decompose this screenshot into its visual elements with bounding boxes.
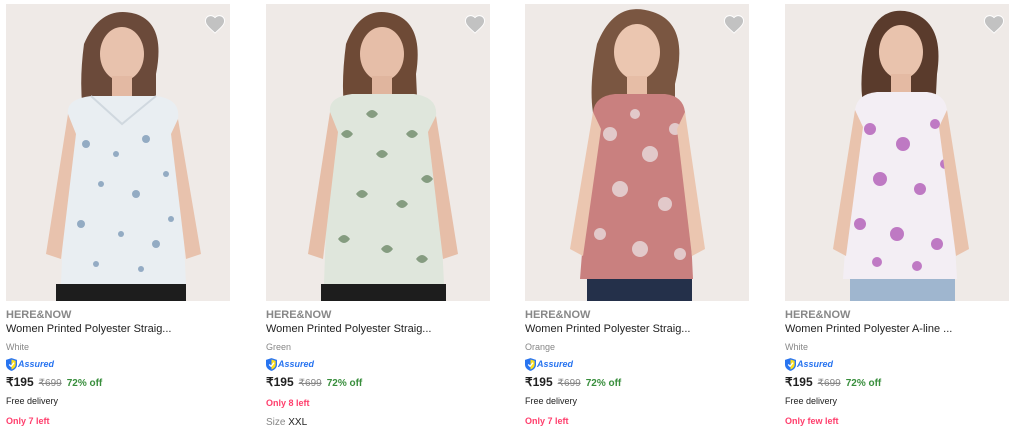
product-photo bbox=[785, 4, 1009, 301]
selling-price: ₹195 bbox=[266, 375, 294, 389]
product-card[interactable]: HERE&NOW Women Printed Polyester Straig.… bbox=[266, 4, 490, 433]
product-brand: HERE&NOW bbox=[525, 309, 591, 321]
assured-badge: Assured bbox=[6, 357, 54, 371]
stock-warning: Only 7 left bbox=[525, 416, 569, 426]
assured-label: Assured bbox=[18, 359, 55, 369]
product-title[interactable]: Women Printed Polyester Straig... bbox=[266, 323, 490, 335]
shield-icon bbox=[525, 357, 536, 371]
assured-badge: Assured bbox=[785, 357, 833, 371]
price-row: ₹195 ₹699 72% off bbox=[785, 375, 881, 389]
product-color: Orange bbox=[525, 342, 556, 352]
size-label: Size bbox=[266, 417, 286, 428]
product-image[interactable] bbox=[266, 4, 490, 301]
product-photo bbox=[266, 4, 490, 301]
selling-price: ₹195 bbox=[525, 375, 553, 389]
assured-label: Assured bbox=[278, 359, 315, 369]
product-title[interactable]: Women Printed Polyester Straig... bbox=[6, 323, 230, 335]
stock-warning: Only 7 left bbox=[6, 416, 50, 426]
original-price: ₹699 bbox=[817, 378, 841, 389]
product-image[interactable] bbox=[525, 4, 749, 301]
discount-label: 72% off bbox=[66, 378, 103, 389]
product-photo bbox=[525, 4, 749, 301]
wishlist-heart-icon[interactable] bbox=[204, 14, 226, 34]
selling-price: ₹195 bbox=[6, 375, 34, 389]
product-brand: HERE&NOW bbox=[266, 309, 332, 321]
discount-label: 72% off bbox=[326, 378, 363, 389]
assured-label: Assured bbox=[797, 359, 834, 369]
shield-icon bbox=[6, 357, 17, 371]
product-title[interactable]: Women Printed Polyester Straig... bbox=[525, 323, 749, 335]
product-color: White bbox=[6, 342, 30, 352]
assured-badge: Assured bbox=[525, 357, 573, 371]
original-price: ₹699 bbox=[557, 378, 581, 389]
discount-label: 72% off bbox=[845, 378, 882, 389]
wishlist-heart-icon[interactable] bbox=[983, 14, 1005, 34]
wishlist-heart-icon[interactable] bbox=[723, 14, 745, 34]
selling-price: ₹195 bbox=[785, 375, 813, 389]
product-image[interactable] bbox=[785, 4, 1009, 301]
size-info: Size XXL bbox=[266, 417, 307, 428]
original-price: ₹699 bbox=[38, 378, 62, 389]
delivery-info: Free delivery bbox=[6, 396, 59, 406]
product-card[interactable]: HERE&NOW Women Printed Polyester A-line … bbox=[785, 4, 1009, 433]
product-brand: HERE&NOW bbox=[785, 309, 851, 321]
wishlist-heart-icon[interactable] bbox=[464, 14, 486, 34]
delivery-info: Free delivery bbox=[785, 396, 838, 406]
product-photo bbox=[6, 4, 230, 301]
product-color: Green bbox=[266, 342, 292, 352]
product-image[interactable] bbox=[6, 4, 230, 301]
assured-label: Assured bbox=[537, 359, 574, 369]
shield-icon bbox=[785, 357, 796, 371]
assured-badge: Assured bbox=[266, 357, 314, 371]
product-card[interactable]: HERE&NOW Women Printed Polyester Straig.… bbox=[525, 4, 749, 433]
product-color: White bbox=[785, 342, 809, 352]
product-card[interactable]: HERE&NOW Women Printed Polyester Straig.… bbox=[6, 4, 230, 433]
price-row: ₹195 ₹699 72% off bbox=[6, 375, 102, 389]
discount-label: 72% off bbox=[585, 378, 622, 389]
shield-icon bbox=[266, 357, 277, 371]
product-grid: HERE&NOW Women Printed Polyester Straig.… bbox=[0, 0, 1021, 433]
stock-warning: Only 8 left bbox=[266, 398, 310, 408]
original-price: ₹699 bbox=[298, 378, 322, 389]
price-row: ₹195 ₹699 72% off bbox=[525, 375, 621, 389]
size-value: XXL bbox=[288, 417, 308, 428]
stock-warning: Only few left bbox=[785, 416, 839, 426]
price-row: ₹195 ₹699 72% off bbox=[266, 375, 362, 389]
product-title[interactable]: Women Printed Polyester A-line ... bbox=[785, 323, 1009, 335]
delivery-info: Free delivery bbox=[525, 396, 578, 406]
product-brand: HERE&NOW bbox=[6, 309, 72, 321]
